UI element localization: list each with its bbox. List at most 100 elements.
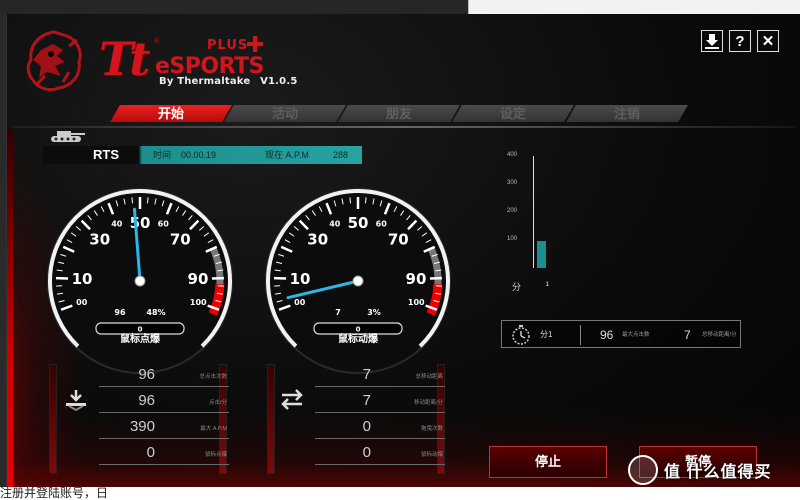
stat-value: 7 bbox=[362, 392, 371, 409]
stat-label: 最大 A.P.M bbox=[200, 426, 227, 432]
move-gauge-tick bbox=[349, 197, 352, 204]
tab-logout[interactable]: 注销 bbox=[566, 105, 688, 122]
move-gauge-tick-label: 40 bbox=[329, 220, 341, 229]
click-arrows-icon bbox=[66, 390, 86, 412]
click-stats-row-per-min: 96 点击/分 bbox=[99, 388, 229, 413]
header-divider bbox=[13, 126, 796, 128]
time-value: 00.00.19 bbox=[181, 150, 217, 160]
summary-minute: 分1 bbox=[540, 330, 553, 339]
move-stats-bar-left bbox=[267, 364, 275, 474]
click-stats-bar-left bbox=[49, 364, 57, 474]
click-stats-row-total: 96 总点击次数 bbox=[99, 362, 229, 387]
stat-value: 96 bbox=[138, 366, 155, 383]
brand-by-text: By Thermaltake bbox=[159, 76, 251, 87]
click-gauge-tick-label: 100 bbox=[190, 298, 207, 307]
click-gauge-percent: 48% bbox=[146, 308, 165, 317]
click-gauge-tick-label: 40 bbox=[111, 220, 123, 229]
move-gauge-tick-label: 60 bbox=[376, 220, 388, 229]
move-gauge-tick-label: 10 bbox=[290, 270, 311, 288]
download-icon bbox=[705, 34, 719, 49]
brand-plus-label: PLUS bbox=[207, 38, 249, 53]
watermark-logo-icon bbox=[628, 455, 658, 485]
move-stats-row-total: 7 总移动距离 bbox=[315, 362, 445, 387]
registered-mark: ® bbox=[154, 38, 160, 45]
tt-esports-plus-window: Tt ® PLUS eSPORTS By Thermaltake V1.0.5 … bbox=[6, 14, 800, 500]
tab-activity-label: 活动 bbox=[271, 106, 298, 121]
tab-activity[interactable]: 活动 bbox=[224, 105, 346, 122]
watermark-text: 值 什么值得买 bbox=[664, 464, 772, 481]
dragon-logo-icon bbox=[26, 30, 82, 92]
page-text-below: 注册并登陆账号，日 bbox=[0, 487, 800, 500]
move-stats-row-burst: 0 鼠标动爆 bbox=[315, 440, 445, 465]
tab-settings-label: 设定 bbox=[499, 106, 526, 121]
help-button[interactable]: ? bbox=[729, 30, 751, 52]
apm-label: 现在 A.P.M bbox=[265, 150, 309, 160]
game-mode-bar: RTS 时间 00.00.19 现在 A.P.M 288 bbox=[43, 146, 362, 164]
stat-label: 点击/分 bbox=[208, 400, 227, 406]
summary-max-move-label: 总移动距离/分 bbox=[702, 332, 737, 338]
help-icon: ? bbox=[735, 32, 745, 50]
close-button[interactable]: ✕ bbox=[757, 30, 779, 52]
click-stats-row-burst: 0 鼠标点爆 bbox=[99, 440, 229, 465]
summary-max-clicks-label: 最大点击数 bbox=[622, 332, 650, 338]
chart-y-tick-label: 400 bbox=[506, 152, 517, 158]
tank-icon bbox=[51, 131, 85, 142]
stop-button[interactable]: 停止 bbox=[489, 446, 607, 478]
stopwatch-icon bbox=[512, 325, 530, 345]
stat-value: 390 bbox=[129, 418, 155, 435]
download-button[interactable] bbox=[701, 30, 723, 52]
click-gauge-tick-label: 10 bbox=[72, 270, 93, 288]
tab-friends[interactable]: 朋友 bbox=[338, 105, 460, 122]
brand-by-line: By Thermaltake V1.0.5 bbox=[159, 76, 297, 87]
click-gauge-tick-label: 50 bbox=[130, 214, 151, 232]
move-stats-row-per-min: 7 移动距离/分 bbox=[315, 388, 445, 413]
apm-value: 288 bbox=[333, 150, 349, 160]
tab-start-label: 开始 bbox=[157, 106, 184, 121]
stat-label: 总移动距离 bbox=[415, 374, 443, 380]
game-mode: RTS bbox=[93, 147, 119, 162]
click-gauge-tick-label: 30 bbox=[89, 230, 110, 248]
watermark: 值 什么值得买 bbox=[628, 452, 793, 488]
move-gauge-dial: 00103040 50 6070901007 3%0 bbox=[265, 188, 451, 374]
move-gauge-tick-label: 00 bbox=[294, 298, 306, 307]
mouse-move-gauge: 00 10 30 40 50 60 70 90 100 7 3% 0 bbox=[261, 184, 456, 379]
chart-x-unit-label: 分 bbox=[511, 282, 521, 292]
move-gauge-count: 7 bbox=[335, 308, 341, 317]
chart-bar bbox=[537, 241, 546, 268]
move-gauge-tick bbox=[364, 197, 367, 204]
stat-value: 96 bbox=[138, 392, 155, 409]
move-gauge-tick-label: 100 bbox=[408, 298, 425, 307]
stat-value: 7 bbox=[362, 366, 371, 383]
tab-settings[interactable]: 设定 bbox=[452, 105, 574, 122]
mouse-click-gauge: 00 10 30 40 50 60 70 90 100 96 48% 0 bbox=[43, 184, 238, 379]
move-stats-row-drag: 0 拖曳次数 bbox=[315, 414, 445, 439]
stat-label: 总点击次数 bbox=[199, 374, 227, 380]
click-gauge-count: 96 bbox=[114, 308, 126, 317]
brand-esports-logo: eSPORTS bbox=[155, 54, 264, 79]
click-gauge-tick-label: 60 bbox=[158, 220, 170, 229]
stat-value: 0 bbox=[362, 444, 371, 461]
stat-label: 鼠标点爆 bbox=[204, 452, 227, 458]
click-gauge-hub bbox=[134, 275, 146, 287]
time-label: 时间 bbox=[153, 150, 172, 160]
summary-divider bbox=[580, 325, 581, 345]
tab-start[interactable]: 开始 bbox=[110, 105, 232, 122]
click-gauge-tick-label: 90 bbox=[188, 270, 209, 288]
tab-friends-label: 朋友 bbox=[385, 106, 412, 121]
move-gauge-tick-label: 30 bbox=[307, 230, 328, 248]
summary-box: 分1 96 最大点击数 7 总移动距离/分 bbox=[501, 320, 741, 348]
stat-label: 移动距离/分 bbox=[413, 400, 443, 406]
chart-x-tick-label: 1 bbox=[545, 282, 549, 288]
move-gauge-percent: 3% bbox=[367, 308, 381, 317]
background-left bbox=[0, 0, 470, 14]
click-gauge-dial: 00103040 50 60709010096 48%0 bbox=[47, 188, 233, 374]
click-gauge-tick bbox=[131, 197, 134, 204]
chart-y-tick-label: 200 bbox=[506, 208, 517, 214]
plus-cross-icon bbox=[247, 36, 263, 52]
background-window-strip bbox=[0, 0, 800, 14]
mouse-click-gauge-title: 鼠标点爆 bbox=[120, 334, 160, 345]
version-text: V1.0.5 bbox=[260, 76, 298, 87]
move-gauge-tick-label: 50 bbox=[348, 214, 369, 232]
tab-logout-label: 注销 bbox=[613, 106, 640, 121]
move-gauge-tick-label: 70 bbox=[388, 230, 409, 248]
